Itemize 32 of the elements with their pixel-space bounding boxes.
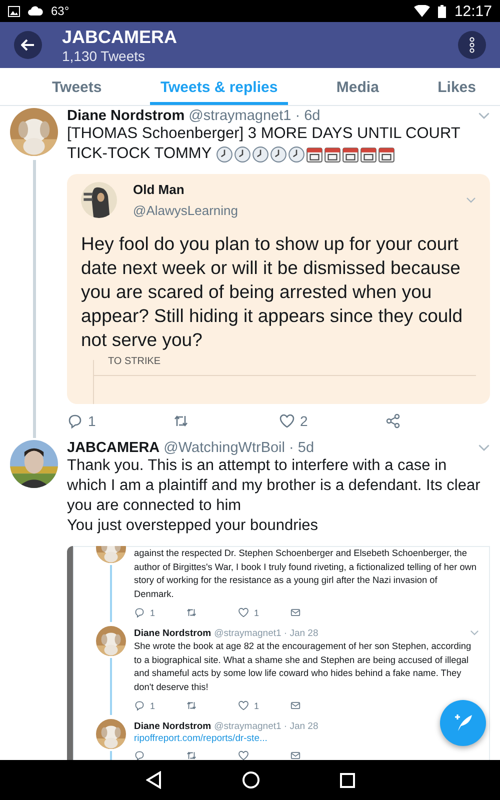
author-name: Diane Nordstrom <box>134 720 212 732</box>
quoted-author-name: Old Man <box>133 182 186 197</box>
reply-count: 1 <box>150 608 156 618</box>
tweet-text-line: [THOMAS Schoenberger] 3 MORE DAYS UNTIL COURT <box>67 124 460 144</box>
tweet-text: She wrote the book at age 82 at the encouragement of her son Stephen, according to a biographical site. What a shame she and Stephen are being accused of illegal and shameful acts by some low life coward who hides behind a fake name. They don't deserve this! <box>134 640 472 694</box>
author-name: Diane Nordstrom <box>134 628 212 638</box>
tweet-count: 1,130 Tweets <box>62 48 146 64</box>
author-name: JABCAMERA <box>67 440 160 456</box>
tab[interactable]: Likes <box>428 68 486 105</box>
author-handle: @straymagnet1 · Jan 28 <box>214 720 320 732</box>
tab[interactable]: Media <box>326 68 389 105</box>
tab[interactable]: Tweets & replies <box>150 68 288 105</box>
profile-title: JABCAMERA <box>62 26 178 48</box>
quoted-tweet-text: Hey fool do you plan to show up for your court date next week or will it be dismissed because you are scared of being arrested when you appear? Still hiding it appears since they could not serve you? <box>81 232 464 352</box>
like-count: 1 <box>254 700 260 710</box>
author-name: Diane Nordstrom <box>67 108 185 124</box>
author-handle: @straymagnet1 · 6d <box>188 108 322 124</box>
author-handle: @straymagnet1 · Jan 28 <box>214 628 320 638</box>
image-caption: TO STRIKE <box>94 356 476 376</box>
like-count: 1 <box>254 608 260 618</box>
reply-count: 1 <box>88 413 96 429</box>
author-handle: @WatchingWtrBoil · 5d <box>164 440 316 456</box>
like-count: 2 <box>300 413 308 429</box>
tweet-link[interactable]: ripoffreport.com/reports/dr-ste... <box>134 733 268 744</box>
tweet-text-line: TICK-TOCK TOMMY <box>67 144 212 164</box>
temperature: 63° <box>51 4 70 18</box>
tweet-text: Thank you. This is an attempt to interfere with a case in which I am a plaintiff and my brother is a defendant. Its clear you are connected to him You just overstepped your boundries <box>67 457 480 534</box>
clock-time: 12:17 <box>454 2 492 20</box>
tweet-text: against the respected Dr. Stephen Schoenberger and Elsebeth Schoenberger, the author of Birgittes's War, I book I truly found riveting, a fictionalized telling of her own story of working for the resistance as a young girl after the Nazi invasion of Denmark. <box>134 547 478 600</box>
reply-count: 1 <box>150 700 156 710</box>
tab[interactable]: Tweets <box>42 68 112 105</box>
quoted-author-handle: @AlawysLearning <box>133 203 239 218</box>
